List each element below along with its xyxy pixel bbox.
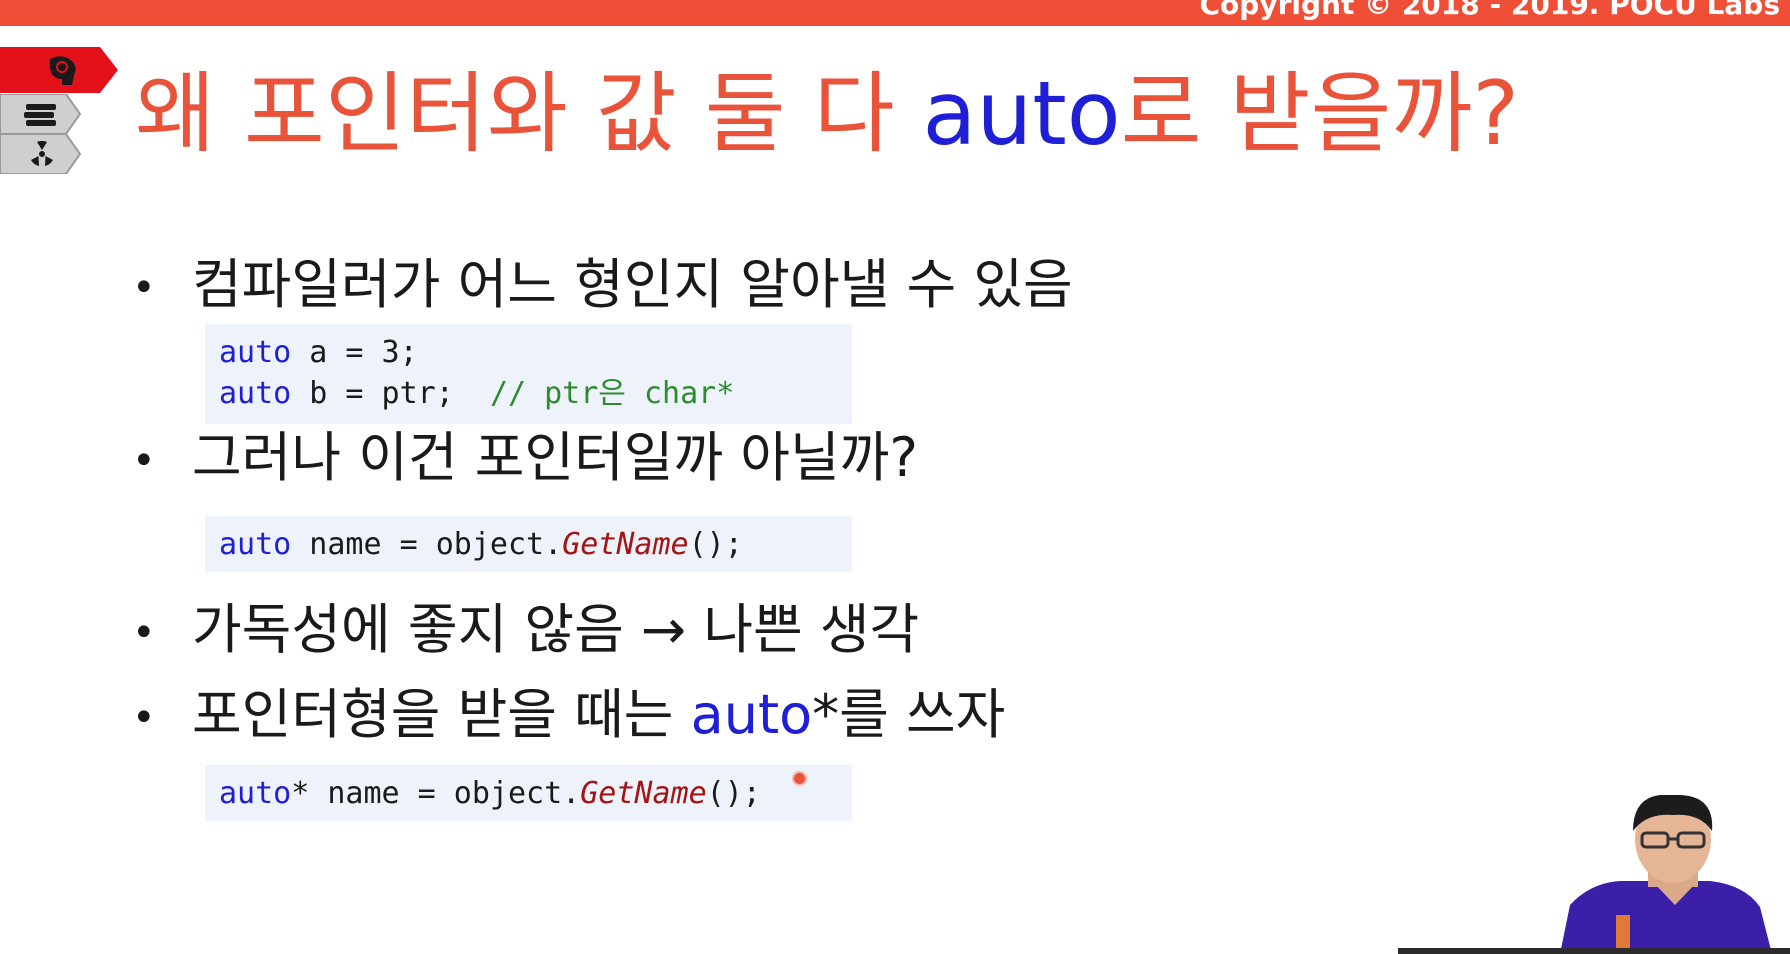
books-tab[interactable] <box>0 94 82 134</box>
code-block: auto name = object.GetName(); <box>205 516 852 572</box>
bullet-dot-icon: • <box>132 438 156 485</box>
bullet-dot-icon: • <box>132 610 156 657</box>
bullet-item: • 포인터형을 받을 때는 auto*를 쓰자 <box>132 685 1005 744</box>
bullet-dot-icon: • <box>132 265 156 312</box>
code-function: GetName <box>580 776 707 811</box>
copyright-text: Copyright © 2018 - 2019. POCU Labs <box>1199 0 1780 21</box>
bullet-text: 그러나 이건 포인터일까 아닐까? <box>192 426 918 489</box>
code-text: name = object. <box>291 527 563 562</box>
code-line: auto b = ptr; // ptr은 char* <box>219 373 838 414</box>
presenter-video <box>1560 795 1772 954</box>
bullet-keyword: auto <box>690 683 813 746</box>
code-comment: // ptr은 char* <box>489 376 735 411</box>
code-line: auto a = 3; <box>219 332 838 373</box>
bullet-text: *를 쓰자 <box>812 683 1006 746</box>
code-block: auto a = 3; auto b = ptr; // ptr은 char* <box>205 324 852 424</box>
code-keyword: auto <box>219 335 292 370</box>
brain-tab[interactable] <box>0 47 120 93</box>
desk-edge <box>1398 948 1790 954</box>
bullet-item: • 그러나 이건 포인터일까 아닐까? <box>132 428 918 487</box>
slide-title: 왜 포인터와 값 둘 다 auto로 받을까? <box>135 65 1519 163</box>
code-text: (); <box>706 776 761 811</box>
books-icon <box>24 104 56 126</box>
code-function: GetName <box>562 527 689 562</box>
bullet-item: • 가독성에 좋지 않음 → 나쁜 생각 <box>132 600 919 659</box>
code-text: a = 3; <box>291 335 418 370</box>
laser-pointer <box>792 771 807 786</box>
bullet-item: • 컴파일러가 어느 형인지 알아낼 수 있음 <box>132 255 1073 314</box>
code-text: * name = object. <box>291 776 581 811</box>
title-part2: 로 받을까? <box>1120 62 1520 165</box>
code-keyword: auto <box>219 776 292 811</box>
code-block: auto* name = object.GetName(); <box>205 765 852 821</box>
code-text: b = ptr; <box>291 376 490 411</box>
radiation-tab[interactable] <box>0 134 82 174</box>
code-line: auto* name = object.GetName(); <box>219 773 838 814</box>
bullet-text: 포인터형을 받을 때는 <box>192 683 691 746</box>
top-banner: Copyright © 2018 - 2019. POCU Labs <box>0 0 1790 26</box>
bullet-text: 가독성에 좋지 않음 → 나쁜 생각 <box>192 598 920 661</box>
title-part1: 왜 포인터와 값 둘 다 <box>135 62 923 165</box>
title-keyword: auto <box>922 62 1121 165</box>
code-text: (); <box>688 527 743 562</box>
code-keyword: auto <box>219 527 292 562</box>
bullet-text: 컴파일러가 어느 형인지 알아낼 수 있음 <box>192 253 1073 316</box>
code-line: auto name = object.GetName(); <box>219 524 838 565</box>
code-keyword: auto <box>219 376 292 411</box>
bullet-dot-icon: • <box>132 695 156 742</box>
